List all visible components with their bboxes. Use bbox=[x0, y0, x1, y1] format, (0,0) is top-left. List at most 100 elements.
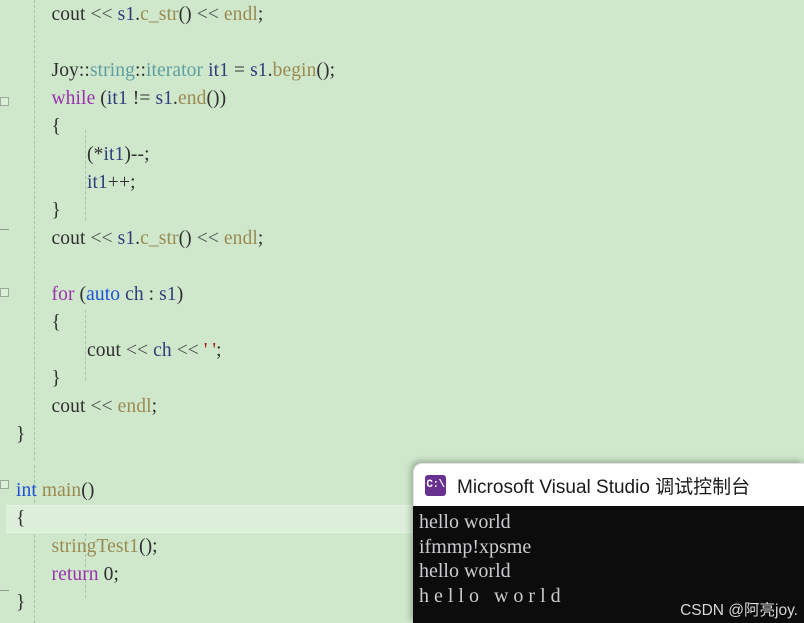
console-title-text: Microsoft Visual Studio 调试控制台 bbox=[457, 476, 751, 498]
code-line[interactable]: { bbox=[16, 505, 25, 533]
code-token: << bbox=[90, 396, 118, 417]
code-token: { bbox=[51, 312, 61, 333]
code-token: } bbox=[51, 200, 61, 221]
code-token: ( bbox=[95, 88, 107, 109]
code-token: begin bbox=[272, 60, 317, 81]
code-token: end bbox=[177, 88, 207, 109]
code-line[interactable]: cout << s1.c_str() << endl; bbox=[52, 1, 264, 29]
console-titlebar[interactable]: C:\ Microsoft Visual Studio 调试控制台 bbox=[413, 463, 804, 506]
console-prompt-icon: C:\ bbox=[425, 474, 446, 496]
code-line[interactable]: it1++; bbox=[87, 169, 136, 197]
code-token: while bbox=[51, 88, 96, 109]
code-token: ) bbox=[176, 284, 184, 305]
code-token: } bbox=[16, 592, 26, 613]
code-line[interactable]: } bbox=[52, 365, 61, 393]
code-token: s1 bbox=[117, 228, 136, 249]
screen: cout << s1.c_str() << endl; Joy::string::… bbox=[0, 0, 804, 623]
code-line[interactable]: { bbox=[52, 309, 61, 337]
code-token: : bbox=[143, 284, 160, 305]
code-line[interactable]: } bbox=[52, 197, 61, 225]
code-token: string bbox=[89, 60, 135, 81]
code-token: () bbox=[81, 480, 95, 501]
code-line[interactable]: stringTest1(); bbox=[52, 533, 158, 561]
indent-guide bbox=[34, 0, 36, 460]
code-token: << bbox=[90, 228, 118, 249]
code-token: int bbox=[16, 480, 37, 501]
code-line[interactable]: while (it1 != s1.end()) bbox=[52, 85, 227, 113]
code-token: ; bbox=[257, 4, 264, 25]
code-token: (); bbox=[316, 60, 336, 81]
code-token: 0; bbox=[98, 564, 120, 585]
code-token: s1 bbox=[117, 4, 136, 25]
code-line[interactable]: { bbox=[52, 113, 61, 141]
code-token: << bbox=[171, 340, 204, 361]
code-token: << bbox=[196, 4, 224, 25]
code-token: cout bbox=[51, 228, 91, 249]
code-token: Joy bbox=[51, 60, 79, 81]
code-token: } bbox=[16, 424, 26, 445]
code-token: << bbox=[90, 4, 118, 25]
code-token: ++; bbox=[107, 172, 136, 193]
code-line[interactable]: int main() bbox=[16, 477, 94, 505]
code-token: { bbox=[51, 116, 61, 137]
code-token: return bbox=[51, 564, 99, 585]
code-token: for bbox=[51, 284, 75, 305]
code-token: { bbox=[16, 508, 26, 529]
code-token: it1 bbox=[208, 60, 229, 81]
console-output-line: hello world bbox=[419, 511, 511, 533]
code-token: ch bbox=[125, 284, 144, 305]
code-token: != bbox=[127, 88, 156, 109]
code-token: )--; bbox=[124, 144, 150, 165]
code-line[interactable]: for (auto ch : s1) bbox=[52, 281, 184, 309]
code-token: ( bbox=[74, 284, 87, 305]
code-token: << bbox=[125, 340, 154, 361]
code-token: () bbox=[178, 228, 197, 249]
code-token: :: bbox=[134, 60, 147, 81]
code-token: endl bbox=[117, 396, 152, 417]
code-token: ch bbox=[153, 340, 172, 361]
code-token: ()) bbox=[206, 88, 227, 109]
code-token: () bbox=[178, 4, 197, 25]
code-token: cout bbox=[51, 4, 91, 25]
code-token: auto bbox=[86, 284, 121, 305]
code-token: c_str bbox=[140, 4, 179, 25]
code-token: c_str bbox=[140, 228, 179, 249]
code-token: stringTest1 bbox=[51, 536, 139, 557]
code-token: = bbox=[229, 60, 251, 81]
code-token: ; bbox=[216, 340, 222, 361]
code-token: cout bbox=[87, 340, 126, 361]
code-token: it1 bbox=[87, 172, 108, 193]
code-token: (* bbox=[87, 144, 104, 165]
code-line[interactable]: cout << endl; bbox=[52, 393, 158, 421]
code-token: :: bbox=[78, 60, 90, 81]
code-token: (); bbox=[138, 536, 158, 557]
code-line[interactable]: cout << ch << ' '; bbox=[87, 337, 222, 365]
code-line[interactable]: } bbox=[16, 589, 25, 617]
code-token: it1 bbox=[106, 88, 128, 109]
code-token: ' ' bbox=[203, 340, 217, 361]
code-token: it1 bbox=[103, 144, 125, 165]
console-output-line: hello world bbox=[419, 560, 511, 582]
code-token: endl bbox=[223, 4, 258, 25]
code-token: main bbox=[41, 480, 82, 501]
debug-console-window[interactable]: C:\ Microsoft Visual Studio 调试控制台 hello … bbox=[413, 463, 804, 623]
code-token: endl bbox=[223, 228, 258, 249]
code-token: s1 bbox=[250, 60, 268, 81]
code-token: s1 bbox=[159, 284, 177, 305]
code-token: << bbox=[196, 228, 224, 249]
code-token: ; bbox=[257, 228, 264, 249]
code-token: cout bbox=[51, 396, 91, 417]
code-line[interactable]: Joy::string::iterator it1 = s1.begin(); bbox=[52, 57, 336, 85]
console-output-lines: hello world ifmmp!xpsme hello world h e l l… bbox=[417, 510, 804, 608]
code-line[interactable]: } bbox=[16, 421, 25, 449]
csdn-watermark: CSDN @阿亮joy. bbox=[680, 602, 798, 619]
code-token: } bbox=[51, 368, 61, 389]
console-output-area[interactable]: hello world ifmmp!xpsme hello world h e l l… bbox=[413, 506, 804, 623]
code-token: s1 bbox=[155, 88, 173, 109]
code-line[interactable]: cout << s1.c_str() << endl; bbox=[52, 225, 264, 253]
code-line[interactable]: return 0; bbox=[52, 561, 120, 589]
code-token: iterator bbox=[146, 60, 204, 81]
code-token: ; bbox=[151, 396, 158, 417]
code-line[interactable]: (*it1)--; bbox=[87, 141, 150, 169]
console-output-line: ifmmp!xpsme bbox=[419, 535, 532, 558]
